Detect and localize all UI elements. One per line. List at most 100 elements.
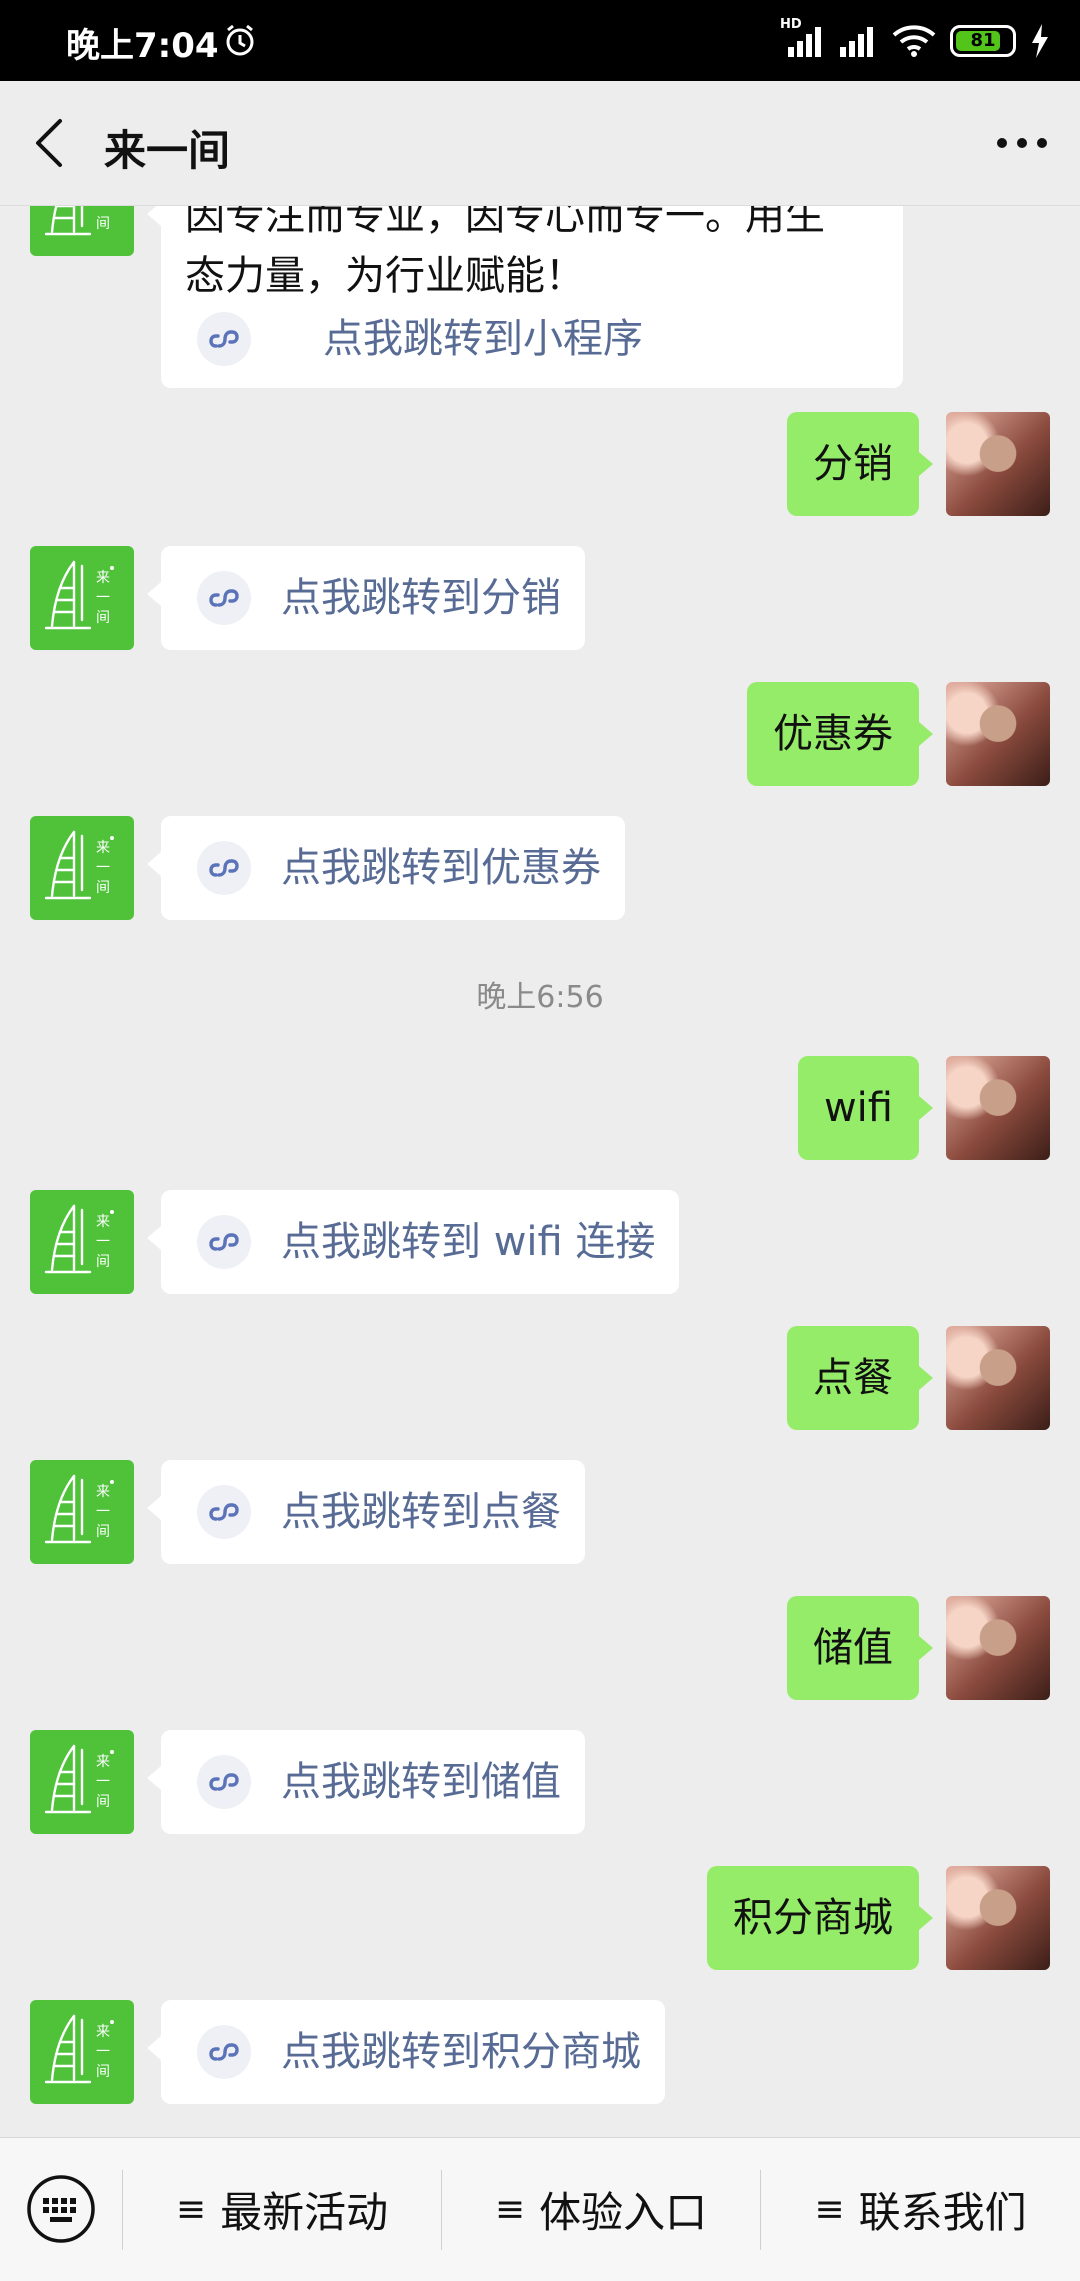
menu-experience-entry[interactable]: ≡ 体验入口 bbox=[442, 2138, 760, 2281]
logo-icon: 来一间 bbox=[44, 206, 110, 236]
bot-reply-bubble[interactable]: 点我跳转到储值 bbox=[147, 1730, 585, 1834]
mini-program-icon bbox=[197, 841, 251, 895]
bottom-menu-bar: ≡ 最新活动 ≡ 体验入口 ≡ 联系我们 bbox=[0, 2137, 1080, 2281]
status-time: 晚上7:04 bbox=[66, 26, 219, 66]
menu-label: 最新活动 bbox=[220, 2188, 389, 2237]
battery-level: 81 bbox=[970, 29, 996, 51]
intro-line-1: 因专注而专业，因专心而专一。用生 bbox=[185, 206, 825, 239]
user-avatar[interactable] bbox=[946, 1326, 1050, 1430]
mini-program-icon bbox=[197, 312, 251, 366]
mini-program-icon bbox=[197, 1215, 251, 1269]
bot-avatar[interactable]: 来一间 bbox=[30, 816, 134, 920]
logo-icon: 来一间 bbox=[44, 2014, 114, 2084]
user-avatar[interactable] bbox=[946, 682, 1050, 786]
mini-program-link[interactable]: 点我跳转到储值 bbox=[161, 1730, 585, 1834]
menu-label: 体验入口 bbox=[539, 2188, 708, 2237]
svg-text:间: 间 bbox=[96, 1524, 110, 1540]
mini-program-icon bbox=[197, 2025, 251, 2079]
ellipsis-icon[interactable] bbox=[992, 121, 1052, 165]
user-avatar[interactable] bbox=[946, 412, 1050, 516]
bot-avatar[interactable]: 来一间 bbox=[30, 1190, 134, 1294]
menu-bars-icon: ≡ bbox=[814, 2189, 845, 2230]
bot-reply-bubble[interactable]: 点我跳转到 wifi 连接 bbox=[146, 1190, 680, 1294]
svg-text:来: 来 bbox=[96, 2024, 110, 2040]
link-text: 点我跳转到优惠券 bbox=[281, 845, 601, 891]
link-text: 点我跳转到点餐 bbox=[281, 1489, 561, 1535]
chat-area[interactable]: 来一间 因专注而专业，因专心而专一。用生 态力量，为行业赋能！ 点我跳转到小程序… bbox=[0, 206, 1080, 2136]
user-avatar[interactable] bbox=[946, 1866, 1050, 1970]
bot-reply-bubble[interactable]: 点我跳转到积分商城 bbox=[147, 2000, 665, 2104]
mini-program-link[interactable]: 点我跳转到分销 bbox=[161, 546, 585, 650]
user-message-bubble[interactable]: 分销 bbox=[787, 412, 933, 516]
user-message-bubble[interactable]: 点餐 bbox=[787, 1326, 933, 1430]
keyboard-icon[interactable] bbox=[26, 2174, 96, 2244]
logo-icon: 来一间 bbox=[44, 1744, 114, 1814]
battery-icon: 81 bbox=[950, 24, 1016, 57]
bot-avatar[interactable]: 来一间 bbox=[30, 206, 134, 256]
svg-text:间: 间 bbox=[96, 1794, 110, 1810]
link-text: 点我跳转到 wifi 连接 bbox=[281, 1219, 656, 1265]
svg-text:一: 一 bbox=[96, 590, 110, 606]
bot-reply-bubble[interactable]: 点我跳转到点餐 bbox=[147, 1460, 585, 1564]
svg-text:来: 来 bbox=[96, 1754, 110, 1770]
bot-reply-bubble[interactable]: 点我跳转到分销 bbox=[147, 546, 585, 650]
bot-avatar[interactable]: 来一间 bbox=[30, 2000, 134, 2104]
mini-program-link[interactable]: 点我跳转到 wifi 连接 bbox=[161, 1190, 679, 1294]
signal-icon bbox=[840, 26, 873, 57]
svg-text:间: 间 bbox=[96, 2064, 110, 2080]
logo-icon: 来一间 bbox=[44, 1474, 114, 1544]
user-message-bubble[interactable]: 积分商城 bbox=[707, 1866, 933, 1970]
mini-program-link[interactable]: 点我跳转到积分商城 bbox=[161, 2000, 665, 2104]
svg-text:来: 来 bbox=[96, 1484, 110, 1500]
intro-link[interactable]: 点我跳转到小程序 bbox=[185, 306, 879, 372]
network-label: HD bbox=[780, 16, 802, 32]
bot-reply-bubble[interactable]: 点我跳转到优惠券 bbox=[147, 816, 625, 920]
menu-contact-us[interactable]: ≡ 联系我们 bbox=[761, 2138, 1080, 2281]
svg-text:一: 一 bbox=[96, 1504, 110, 1520]
menu-latest-activities[interactable]: ≡ 最新活动 bbox=[123, 2138, 441, 2281]
bot-avatar[interactable]: 来一间 bbox=[30, 1460, 134, 1564]
menu-label: 联系我们 bbox=[858, 2188, 1027, 2237]
charging-icon bbox=[1032, 23, 1048, 58]
svg-text:一: 一 bbox=[96, 2044, 110, 2060]
svg-text:来: 来 bbox=[96, 1214, 110, 1230]
link-text: 点我跳转到积分商城 bbox=[281, 2029, 641, 2075]
svg-text:一: 一 bbox=[96, 860, 110, 876]
title-bar: 来一间 bbox=[0, 81, 1080, 206]
svg-text:来: 来 bbox=[96, 840, 110, 856]
menu-bars-icon: ≡ bbox=[175, 2189, 207, 2230]
status-bar: 晚上7:04 HD 81 bbox=[0, 0, 1080, 81]
page-title: 来一间 bbox=[104, 126, 231, 175]
svg-text:间: 间 bbox=[96, 610, 110, 626]
svg-text:间: 间 bbox=[96, 216, 110, 232]
status-icons: HD 81 bbox=[780, 17, 1050, 63]
intro-link-text: 点我跳转到小程序 bbox=[323, 316, 643, 362]
mini-program-icon bbox=[197, 1485, 251, 1539]
svg-text:间: 间 bbox=[96, 1254, 110, 1270]
bot-avatar[interactable]: 来一间 bbox=[30, 546, 134, 650]
logo-icon: 来一间 bbox=[44, 560, 114, 630]
signal-hd-icon: HD bbox=[780, 17, 824, 59]
user-message-bubble[interactable]: wifi bbox=[797, 1056, 934, 1160]
svg-text:一: 一 bbox=[96, 206, 110, 212]
svg-text:来: 来 bbox=[96, 570, 110, 586]
user-message-bubble[interactable]: 优惠券 bbox=[747, 682, 933, 786]
logo-icon: 来一间 bbox=[44, 830, 114, 900]
user-avatar[interactable] bbox=[946, 1596, 1050, 1700]
mini-program-icon bbox=[197, 571, 251, 625]
link-text: 点我跳转到分销 bbox=[281, 575, 561, 621]
mini-program-link[interactable]: 点我跳转到点餐 bbox=[161, 1460, 585, 1564]
alarm-icon bbox=[226, 24, 254, 56]
message-timestamp: 晚上6:56 bbox=[476, 980, 604, 1015]
user-avatar[interactable] bbox=[946, 1056, 1050, 1160]
mini-program-link[interactable]: 点我跳转到优惠券 bbox=[161, 816, 625, 920]
svg-text:一: 一 bbox=[96, 1774, 110, 1790]
chevron-left-icon[interactable] bbox=[28, 115, 74, 171]
user-message-bubble[interactable]: 储值 bbox=[787, 1596, 933, 1700]
bot-avatar[interactable]: 来一间 bbox=[30, 1730, 134, 1834]
link-text: 点我跳转到储值 bbox=[281, 1759, 561, 1805]
menu-bars-icon: ≡ bbox=[494, 2189, 526, 2230]
svg-text:间: 间 bbox=[96, 880, 110, 896]
intro-message-bubble[interactable]: 因专注而专业，因专心而专一。用生 态力量，为行业赋能！ 点我跳转到小程序 bbox=[147, 206, 903, 388]
mini-program-icon bbox=[197, 1755, 251, 1809]
